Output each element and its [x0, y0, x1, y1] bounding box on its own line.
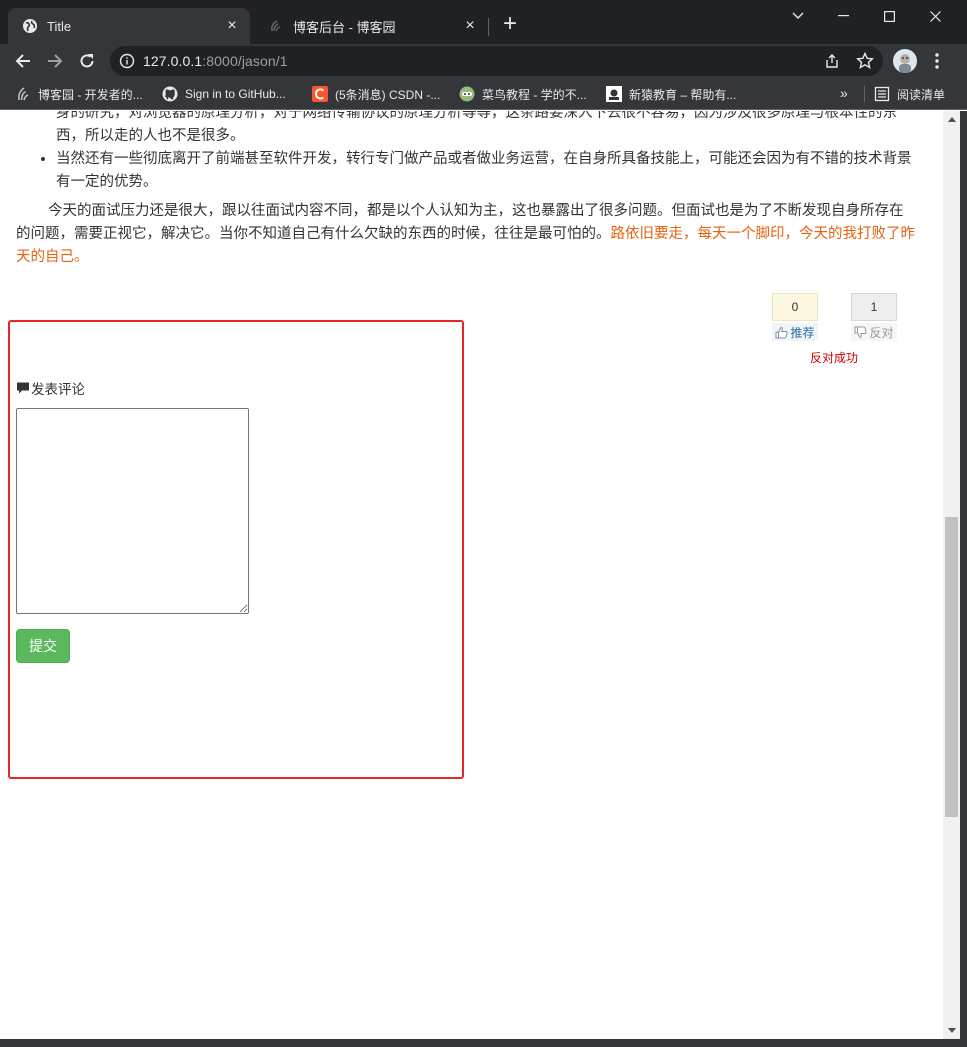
close-tab-icon[interactable]: × [224, 18, 240, 34]
url-host: 127.0.0.1 [143, 53, 203, 69]
address-bar[interactable]: 127.0.0.1:8000/jason/1 [110, 46, 883, 76]
tab-title[interactable]: Title × [8, 8, 250, 44]
close-window-button[interactable] [912, 2, 958, 30]
recommend-count: 0 [772, 293, 818, 321]
bookmark-label: (5条消息) CSDN -... [335, 87, 441, 102]
profile-avatar[interactable] [893, 49, 917, 73]
reload-button[interactable] [74, 48, 100, 74]
url-text[interactable]: 127.0.0.1:8000/jason/1 [143, 53, 288, 69]
share-icon[interactable] [824, 53, 840, 69]
oppose-button[interactable]: 反对 [851, 323, 897, 341]
bookmarks-bar: 博客园 - 开发者的... Sign in to GitHub... (5条消息… [0, 78, 967, 110]
recommend-button[interactable]: 推荐 [772, 323, 818, 341]
tab-label: 博客后台 - 博客园 [293, 19, 396, 35]
url-path: :8000/jason/1 [202, 53, 288, 69]
comment-icon [17, 382, 29, 394]
article-list: 身的研究，对浏览器的原理分析，对于网络传输协议的原理分析等等，这条路要深入下去很… [16, 111, 916, 194]
list-item: 身的研究，对浏览器的原理分析，对于网络传输协议的原理分析等等，这条路要深入下去很… [56, 111, 897, 144]
cnblogs-icon [271, 20, 281, 32]
vertical-scrollbar[interactable] [943, 111, 960, 1039]
submit-button[interactable]: 提交 [16, 629, 70, 663]
more-bookmarks-button[interactable]: » [840, 85, 848, 101]
back-button[interactable] [10, 48, 36, 74]
recommend-label: 推荐 [790, 325, 815, 340]
scroll-down-arrow[interactable] [943, 1022, 960, 1039]
comment-section: 发表评论 提交 [8, 320, 464, 779]
reading-list-label: 阅读清单 [897, 87, 946, 102]
recommend-vote[interactable]: 0 推荐 [772, 293, 818, 341]
bookmark-csdn[interactable]: (5条消息) CSDN -... [312, 84, 440, 104]
triangle-down-icon [947, 1028, 956, 1033]
bookmark-label: 新猿教育 – 帮助有... [629, 87, 737, 102]
tab-search-button[interactable] [775, 2, 821, 30]
xinyuan-icon [606, 86, 622, 102]
maximize-button[interactable] [866, 2, 912, 30]
thumbs-down-icon [854, 326, 868, 338]
bookmark-label: 博客园 - 开发者的... [38, 87, 143, 102]
comment-textarea[interactable] [16, 408, 249, 614]
reading-list-icon [874, 86, 890, 102]
page-viewport: 身的研究，对浏览器的原理分析，对于网络传输协议的原理分析等等，这条路要深入下去很… [0, 111, 943, 1039]
menu-kebab-icon[interactable] [929, 50, 945, 72]
bookmark-github[interactable]: Sign in to GitHub... [162, 84, 286, 104]
thumbs-up-icon [775, 326, 789, 338]
minimize-button[interactable] [820, 2, 866, 30]
maximize-icon [883, 10, 895, 22]
oppose-count: 1 [851, 293, 897, 321]
bookmark-cnblogs[interactable]: 博客园 - 开发者的... [15, 84, 143, 104]
tab-divider [488, 18, 489, 36]
bookmark-label: Sign in to GitHub... [185, 87, 286, 101]
bookmark-label: 菜鸟教程 - 学的不... [482, 87, 587, 102]
tab-strip: Title × 博客后台 - 博客园 × + [0, 0, 967, 44]
close-icon [929, 10, 941, 22]
forward-button[interactable] [42, 48, 68, 74]
window-edge [960, 111, 967, 1039]
tab-label: Title [47, 18, 72, 34]
article-body: 身的研究，对浏览器的原理分析，对于网络传输协议的原理分析等等，这条路要深入下去很… [16, 111, 916, 269]
chevron-down-icon [792, 12, 804, 19]
bookmark-runoob[interactable]: 菜鸟教程 - 学的不... [459, 84, 587, 104]
window-edge [0, 1039, 967, 1047]
avatar-icon [899, 54, 911, 73]
scroll-thumb[interactable] [945, 517, 958, 817]
vote-status-message: 反对成功 [810, 351, 859, 365]
star-icon[interactable] [856, 52, 874, 70]
bookmark-xinyuan[interactable]: 新猿教育 – 帮助有... [606, 84, 736, 104]
runoob-icon [459, 86, 475, 102]
info-icon[interactable] [119, 53, 135, 69]
minimize-icon [837, 15, 849, 17]
globe-icon [23, 19, 37, 33]
cnblogs-icon [18, 87, 29, 101]
csdn-icon [312, 86, 328, 102]
scroll-up-arrow[interactable] [943, 111, 960, 128]
bookmark-divider [864, 86, 865, 102]
triangle-up-icon [947, 117, 956, 122]
reading-list-button[interactable]: 阅读清单 [874, 84, 945, 104]
arrow-right-icon [48, 54, 63, 68]
oppose-label: 反对 [869, 325, 894, 340]
reload-icon [80, 54, 94, 68]
arrow-left-icon [15, 54, 30, 68]
comment-heading-label: 发表评论 [31, 382, 85, 397]
oppose-vote[interactable]: 1 反对 [851, 293, 897, 341]
browser-toolbar: 127.0.0.1:8000/jason/1 [0, 44, 967, 78]
tab-blog-admin[interactable]: 博客后台 - 博客园 × [254, 8, 488, 44]
list-item: 当然还有一些彻底离开了前端甚至软件开发，转行专门做产品或者做业务运营，在自身所具… [56, 148, 916, 194]
new-tab-button[interactable]: + [498, 12, 522, 37]
article-paragraph: 今天的面试压力还是很大，跟以往面试内容不同，都是以个人认知为主，这也暴露出了很多… [16, 200, 916, 269]
comment-heading: 发表评论 [16, 378, 85, 398]
close-tab-icon[interactable]: × [462, 18, 478, 34]
github-icon [162, 86, 178, 102]
